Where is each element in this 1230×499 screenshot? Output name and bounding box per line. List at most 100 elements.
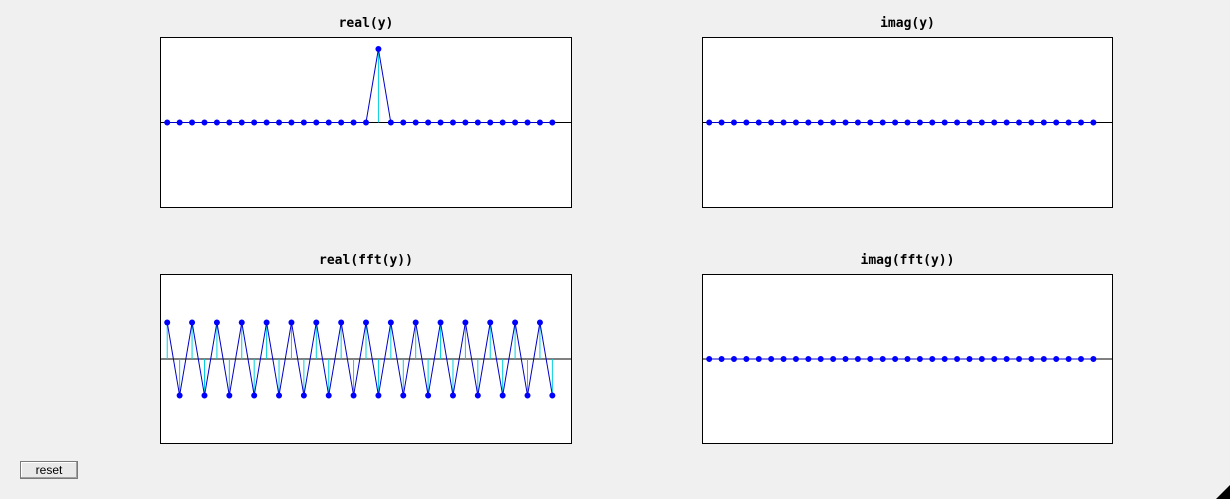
reset-button[interactable]: reset xyxy=(20,461,78,479)
data-point-22 xyxy=(425,392,432,399)
data-point-24 xyxy=(991,356,998,363)
data-point-25 xyxy=(462,119,469,126)
resize-grip-icon[interactable] xyxy=(1216,485,1230,499)
data-point-19 xyxy=(387,119,394,126)
data-point-14 xyxy=(867,356,874,363)
plot-canvas xyxy=(703,356,1112,363)
data-point-16 xyxy=(350,392,357,399)
data-point-24 xyxy=(991,119,998,126)
data-point-13 xyxy=(854,356,861,363)
plot-imag-fft-y: imag(fft(y)) xyxy=(702,251,1113,444)
data-point-17 xyxy=(362,319,369,326)
data-point-21 xyxy=(954,119,961,126)
data-point-26 xyxy=(1016,356,1023,363)
data-point-30 xyxy=(1065,119,1072,126)
data-point-14 xyxy=(867,119,874,126)
data-point-2 xyxy=(718,356,725,363)
data-point-9 xyxy=(805,356,812,363)
data-point-9 xyxy=(263,119,270,126)
data-point-27 xyxy=(1028,356,1035,363)
data-point-25 xyxy=(1003,356,1010,363)
data-point-17 xyxy=(362,119,369,126)
data-point-32 xyxy=(549,119,556,126)
data-point-31 xyxy=(1078,119,1085,126)
data-point-10 xyxy=(817,119,824,126)
data-point-20 xyxy=(400,392,407,399)
data-point-29 xyxy=(1053,356,1060,363)
data-point-21 xyxy=(412,319,419,326)
data-point-30 xyxy=(524,119,531,126)
data-point-31 xyxy=(536,119,543,126)
data-point-7 xyxy=(238,119,245,126)
data-point-8 xyxy=(792,119,799,126)
data-point-16 xyxy=(892,119,899,126)
data-point-15 xyxy=(879,356,886,363)
data-point-4 xyxy=(201,392,208,399)
plot-real-y: real(y) xyxy=(160,14,572,208)
data-point-8 xyxy=(251,392,258,399)
data-point-32 xyxy=(1090,119,1097,126)
data-point-18 xyxy=(375,46,382,53)
data-point-12 xyxy=(300,392,307,399)
plot-title: imag(y) xyxy=(880,16,935,31)
data-point-5 xyxy=(213,319,220,326)
data-point-4 xyxy=(743,356,750,363)
data-point-32 xyxy=(549,392,556,399)
data-point-29 xyxy=(1053,119,1060,126)
data-point-7 xyxy=(780,356,787,363)
data-point-11 xyxy=(288,319,295,326)
data-point-23 xyxy=(437,319,444,326)
data-point-6 xyxy=(226,119,233,126)
axes-real-y[interactable] xyxy=(160,37,572,208)
data-point-1 xyxy=(164,119,171,126)
data-point-19 xyxy=(929,356,936,363)
data-point-8 xyxy=(251,119,258,126)
data-point-1 xyxy=(706,356,713,363)
data-point-16 xyxy=(892,356,899,363)
data-point-11 xyxy=(830,356,837,363)
data-point-6 xyxy=(768,356,775,363)
data-point-27 xyxy=(487,119,494,126)
data-point-22 xyxy=(425,119,432,126)
data-point-9 xyxy=(263,319,270,326)
data-point-11 xyxy=(830,119,837,126)
data-point-6 xyxy=(226,392,233,399)
plot-canvas xyxy=(161,319,571,399)
data-point-1 xyxy=(706,119,713,126)
data-point-23 xyxy=(978,119,985,126)
data-point-7 xyxy=(780,119,787,126)
axes-imag-y[interactable] xyxy=(702,37,1113,208)
data-point-26 xyxy=(474,119,481,126)
data-point-18 xyxy=(916,119,923,126)
data-point-20 xyxy=(941,356,948,363)
data-point-18 xyxy=(916,356,923,363)
data-point-2 xyxy=(718,119,725,126)
data-point-21 xyxy=(412,119,419,126)
axes-real-fft-y[interactable] xyxy=(160,274,572,444)
data-point-12 xyxy=(300,119,307,126)
data-point-10 xyxy=(817,356,824,363)
plot-imag-y: imag(y) xyxy=(702,14,1113,208)
data-point-5 xyxy=(755,119,762,126)
data-point-4 xyxy=(201,119,208,126)
data-point-10 xyxy=(276,392,283,399)
data-point-4 xyxy=(743,119,750,126)
data-point-15 xyxy=(338,319,345,326)
data-point-17 xyxy=(904,356,911,363)
data-point-24 xyxy=(449,392,456,399)
data-point-2 xyxy=(176,119,183,126)
data-point-22 xyxy=(966,119,973,126)
data-point-8 xyxy=(792,356,799,363)
data-point-26 xyxy=(474,392,481,399)
data-point-14 xyxy=(325,119,332,126)
data-point-25 xyxy=(462,319,469,326)
data-point-29 xyxy=(512,119,519,126)
data-point-12 xyxy=(842,356,849,363)
data-point-24 xyxy=(449,119,456,126)
data-point-13 xyxy=(313,119,320,126)
data-point-13 xyxy=(854,119,861,126)
data-point-31 xyxy=(1078,356,1085,363)
plot-title: real(fft(y)) xyxy=(319,253,413,268)
data-point-10 xyxy=(276,119,283,126)
axes-imag-fft-y[interactable] xyxy=(702,274,1113,444)
